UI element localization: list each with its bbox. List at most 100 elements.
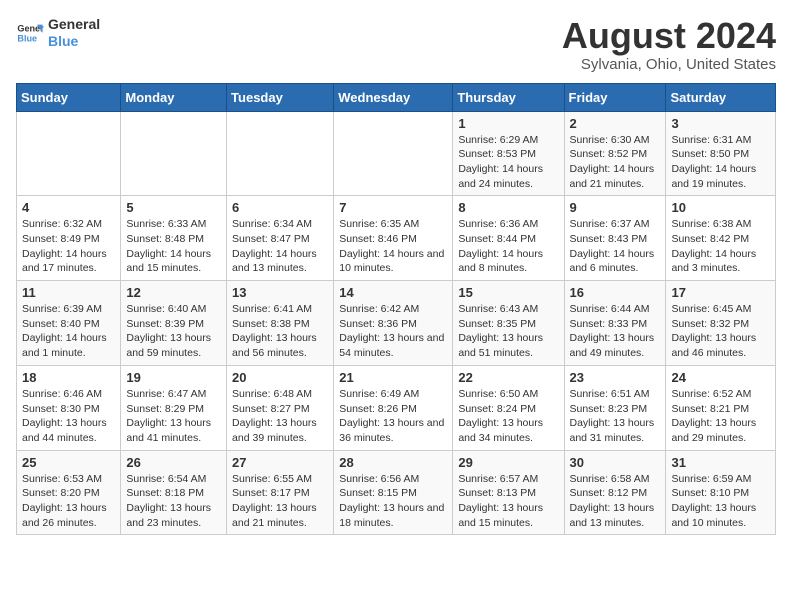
day-number: 29 xyxy=(458,455,558,470)
calendar-cell: 25 Sunrise: 6:53 AM Sunset: 8:20 PM Dayli… xyxy=(17,450,121,535)
day-number: 15 xyxy=(458,285,558,300)
day-info: Sunrise: 6:31 AM Sunset: 8:50 PM Dayligh… xyxy=(671,133,770,192)
day-number: 16 xyxy=(570,285,661,300)
calendar-week-0: 1 Sunrise: 6:29 AM Sunset: 8:53 PM Daylig… xyxy=(17,111,776,196)
day-number: 27 xyxy=(232,455,328,470)
day-info: Sunrise: 6:34 AM Sunset: 8:47 PM Dayligh… xyxy=(232,217,328,276)
day-info: Sunrise: 6:57 AM Sunset: 8:13 PM Dayligh… xyxy=(458,472,558,531)
day-info: Sunrise: 6:41 AM Sunset: 8:38 PM Dayligh… xyxy=(232,302,328,361)
day-info: Sunrise: 6:30 AM Sunset: 8:52 PM Dayligh… xyxy=(570,133,661,192)
calendar-cell: 7Sunrise: 6:35 AM Sunset: 8:46 PM Daylig… xyxy=(334,196,453,281)
calendar-cell: 20Sunrise: 6:48 AM Sunset: 8:27 PM Dayli… xyxy=(227,365,334,450)
logo-line1: General xyxy=(48,16,100,33)
day-info: Sunrise: 6:48 AM Sunset: 8:27 PM Dayligh… xyxy=(232,387,328,446)
day-number: 28 xyxy=(339,455,447,470)
day-number: 26 xyxy=(126,455,221,470)
day-info: Sunrise: 6:51 AM Sunset: 8:23 PM Dayligh… xyxy=(570,387,661,446)
day-header-saturday: Saturday xyxy=(666,83,776,111)
day-number: 13 xyxy=(232,285,328,300)
calendar-cell: 27 Sunrise: 6:55 AM Sunset: 8:17 PM Dayli… xyxy=(227,450,334,535)
calendar-week-4: 25 Sunrise: 6:53 AM Sunset: 8:20 PM Dayli… xyxy=(17,450,776,535)
day-number: 2 xyxy=(570,116,661,131)
day-number: 23 xyxy=(570,370,661,385)
day-info: Sunrise: 6:45 AM Sunset: 8:32 PM Dayligh… xyxy=(671,302,770,361)
day-info: Sunrise: 6:59 AM Sunset: 8:10 PM Dayligh… xyxy=(671,472,770,531)
day-info: Sunrise: 6:52 AM Sunset: 8:21 PM Dayligh… xyxy=(671,387,770,446)
calendar-cell: 14 Sunrise: 6:42 AM Sunset: 8:36 PM Dayli… xyxy=(334,281,453,366)
day-info: Sunrise: 6:55 AM Sunset: 8:17 PM Dayligh… xyxy=(232,472,328,531)
calendar-body: 1 Sunrise: 6:29 AM Sunset: 8:53 PM Daylig… xyxy=(17,111,776,535)
day-number: 11 xyxy=(22,285,115,300)
day-number: 30 xyxy=(570,455,661,470)
day-number: 8 xyxy=(458,200,558,215)
calendar-cell: 13 Sunrise: 6:41 AM Sunset: 8:38 PM Dayli… xyxy=(227,281,334,366)
calendar-cell: 18Sunrise: 6:46 AM Sunset: 8:30 PM Dayli… xyxy=(17,365,121,450)
calendar-week-1: 4Sunrise: 6:32 AM Sunset: 8:49 PM Daylig… xyxy=(17,196,776,281)
calendar-cell: 29 Sunrise: 6:57 AM Sunset: 8:13 PM Dayli… xyxy=(453,450,564,535)
day-number: 25 xyxy=(22,455,115,470)
page-title: August 2024 xyxy=(562,16,776,56)
calendar-cell: 2 Sunrise: 6:30 AM Sunset: 8:52 PM Daylig… xyxy=(564,111,666,196)
day-number: 14 xyxy=(339,285,447,300)
day-number: 22 xyxy=(458,370,558,385)
day-header-friday: Friday xyxy=(564,83,666,111)
page-subtitle: Sylvania, Ohio, United States xyxy=(562,56,776,73)
day-number: 21 xyxy=(339,370,447,385)
day-header-thursday: Thursday xyxy=(453,83,564,111)
calendar-cell: 6 Sunrise: 6:34 AM Sunset: 8:47 PM Daylig… xyxy=(227,196,334,281)
day-number: 10 xyxy=(671,200,770,215)
calendar-cell: 3Sunrise: 6:31 AM Sunset: 8:50 PM Daylig… xyxy=(666,111,776,196)
day-number: 6 xyxy=(232,200,328,215)
day-info: Sunrise: 6:39 AM Sunset: 8:40 PM Dayligh… xyxy=(22,302,115,361)
day-header-wednesday: Wednesday xyxy=(334,83,453,111)
day-number: 12 xyxy=(126,285,221,300)
header: General Blue General Blue August 2024 Sy… xyxy=(16,16,776,73)
calendar-table: SundayMondayTuesdayWednesdayThursdayFrid… xyxy=(16,83,776,536)
day-header-monday: Monday xyxy=(121,83,227,111)
day-info: Sunrise: 6:29 AM Sunset: 8:53 PM Dayligh… xyxy=(458,133,558,192)
day-header-sunday: Sunday xyxy=(17,83,121,111)
day-info: Sunrise: 6:56 AM Sunset: 8:15 PM Dayligh… xyxy=(339,472,447,531)
day-info: Sunrise: 6:54 AM Sunset: 8:18 PM Dayligh… xyxy=(126,472,221,531)
calendar-cell: 26 Sunrise: 6:54 AM Sunset: 8:18 PM Dayli… xyxy=(121,450,227,535)
calendar-cell: 19 Sunrise: 6:47 AM Sunset: 8:29 PM Dayli… xyxy=(121,365,227,450)
calendar-cell: 11 Sunrise: 6:39 AM Sunset: 8:40 PM Dayli… xyxy=(17,281,121,366)
calendar-cell: 17 Sunrise: 6:45 AM Sunset: 8:32 PM Dayli… xyxy=(666,281,776,366)
day-number: 4 xyxy=(22,200,115,215)
calendar-cell: 9 Sunrise: 6:37 AM Sunset: 8:43 PM Daylig… xyxy=(564,196,666,281)
logo-icon: General Blue xyxy=(16,19,44,47)
day-number: 31 xyxy=(671,455,770,470)
day-info: Sunrise: 6:33 AM Sunset: 8:48 PM Dayligh… xyxy=(126,217,221,276)
day-info: Sunrise: 6:38 AM Sunset: 8:42 PM Dayligh… xyxy=(671,217,770,276)
day-info: Sunrise: 6:47 AM Sunset: 8:29 PM Dayligh… xyxy=(126,387,221,446)
day-info: Sunrise: 6:50 AM Sunset: 8:24 PM Dayligh… xyxy=(458,387,558,446)
calendar-cell: 1 Sunrise: 6:29 AM Sunset: 8:53 PM Daylig… xyxy=(453,111,564,196)
calendar-cell: 4Sunrise: 6:32 AM Sunset: 8:49 PM Daylig… xyxy=(17,196,121,281)
day-info: Sunrise: 6:42 AM Sunset: 8:36 PM Dayligh… xyxy=(339,302,447,361)
calendar-cell: 10 Sunrise: 6:38 AM Sunset: 8:42 PM Dayli… xyxy=(666,196,776,281)
day-number: 1 xyxy=(458,116,558,131)
day-number: 19 xyxy=(126,370,221,385)
calendar-week-2: 11 Sunrise: 6:39 AM Sunset: 8:40 PM Dayli… xyxy=(17,281,776,366)
calendar-cell: 31 Sunrise: 6:59 AM Sunset: 8:10 PM Dayli… xyxy=(666,450,776,535)
svg-text:Blue: Blue xyxy=(17,33,37,43)
calendar-cell: 16 Sunrise: 6:44 AM Sunset: 8:33 PM Dayli… xyxy=(564,281,666,366)
calendar-header-row: SundayMondayTuesdayWednesdayThursdayFrid… xyxy=(17,83,776,111)
calendar-cell xyxy=(121,111,227,196)
day-info: Sunrise: 6:44 AM Sunset: 8:33 PM Dayligh… xyxy=(570,302,661,361)
calendar-cell: 12 Sunrise: 6:40 AM Sunset: 8:39 PM Dayli… xyxy=(121,281,227,366)
calendar-cell: 28 Sunrise: 6:56 AM Sunset: 8:15 PM Dayli… xyxy=(334,450,453,535)
day-number: 24 xyxy=(671,370,770,385)
calendar-cell: 30Sunrise: 6:58 AM Sunset: 8:12 PM Dayli… xyxy=(564,450,666,535)
day-info: Sunrise: 6:35 AM Sunset: 8:46 PM Dayligh… xyxy=(339,217,447,276)
calendar-week-3: 18Sunrise: 6:46 AM Sunset: 8:30 PM Dayli… xyxy=(17,365,776,450)
day-info: Sunrise: 6:36 AM Sunset: 8:44 PM Dayligh… xyxy=(458,217,558,276)
logo: General Blue General Blue xyxy=(16,16,100,50)
day-number: 17 xyxy=(671,285,770,300)
day-info: Sunrise: 6:37 AM Sunset: 8:43 PM Dayligh… xyxy=(570,217,661,276)
title-area: August 2024 Sylvania, Ohio, United State… xyxy=(562,16,776,73)
day-number: 5 xyxy=(126,200,221,215)
day-info: Sunrise: 6:53 AM Sunset: 8:20 PM Dayligh… xyxy=(22,472,115,531)
day-info: Sunrise: 6:40 AM Sunset: 8:39 PM Dayligh… xyxy=(126,302,221,361)
day-number: 9 xyxy=(570,200,661,215)
